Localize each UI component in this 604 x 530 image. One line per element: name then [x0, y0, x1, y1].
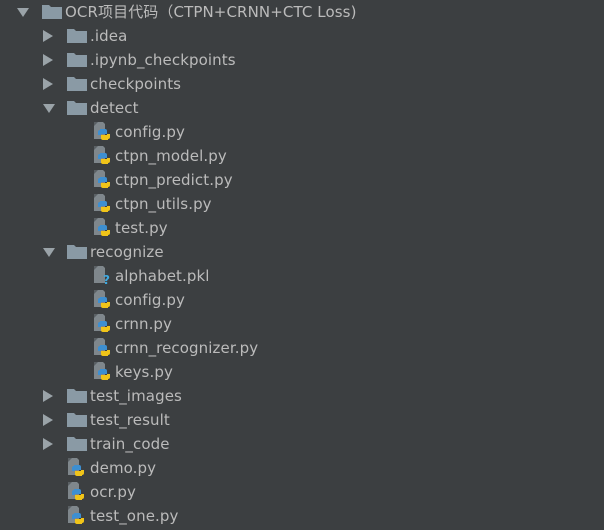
folder-icon: [42, 3, 62, 21]
python-file-icon: [91, 170, 111, 188]
tree-folder-recognize[interactable]: recognize: [0, 240, 604, 264]
tree-folder-test-result[interactable]: test_result: [0, 408, 604, 432]
python-file-icon: [91, 314, 111, 332]
folder-icon: [67, 27, 87, 45]
tree-file-ctpn-predict-py[interactable]: ctpn_predict.py: [0, 168, 604, 192]
tree-file-keys-py[interactable]: keys.py: [0, 360, 604, 384]
folder-icon: [67, 435, 87, 453]
chevron-right-icon[interactable]: [43, 432, 55, 456]
tree-item-label: ctpn_predict.py: [115, 171, 233, 189]
tree-file-ctpn-utils-py[interactable]: ctpn_utils.py: [0, 192, 604, 216]
tree-file-ctpn-model-py[interactable]: ctpn_model.py: [0, 144, 604, 168]
tree-file-config-py[interactable]: config.py: [0, 288, 604, 312]
project-tree: OCR项目代码（CTPN+CRNN+CTC Loss) .idea .ipynb_c…: [0, 0, 604, 528]
folder-icon: [67, 75, 87, 93]
python-file-icon: [91, 218, 111, 236]
folder-icon: [67, 99, 87, 117]
python-file-icon: [91, 362, 111, 380]
tree-root-project[interactable]: OCR项目代码（CTPN+CRNN+CTC Loss): [0, 0, 604, 24]
tree-file-crnn-py[interactable]: crnn.py: [0, 312, 604, 336]
tree-item-label: test_result: [90, 411, 170, 429]
tree-item-label: config.py: [115, 291, 185, 309]
tree-item-label: checkpoints: [90, 75, 182, 93]
tree-item-label: train_code: [90, 435, 170, 453]
tree-file-config-py[interactable]: config.py: [0, 120, 604, 144]
tree-folder-ipynb-checkpoints[interactable]: .ipynb_checkpoints: [0, 48, 604, 72]
tree-item-label: keys.py: [115, 363, 173, 381]
tree-folder-train-code[interactable]: train_code: [0, 432, 604, 456]
python-file-icon: [65, 482, 85, 500]
tree-item-label: demo.py: [90, 459, 157, 477]
chevron-right-icon[interactable]: [43, 384, 55, 408]
tree-item-label: crnn.py: [115, 315, 173, 333]
chevron-down-icon[interactable]: [17, 0, 29, 24]
chevron-right-icon[interactable]: [43, 48, 55, 72]
tree-file-alphabet-pkl[interactable]: ? alphabet.pkl: [0, 264, 604, 288]
tree-item-label: ocr.py: [90, 483, 136, 501]
tree-file-ocr-py[interactable]: ocr.py: [0, 480, 604, 504]
tree-file-demo-py[interactable]: demo.py: [0, 456, 604, 480]
tree-folder-idea[interactable]: .idea: [0, 24, 604, 48]
tree-item-label: .idea: [90, 27, 128, 45]
folder-icon: [67, 51, 87, 69]
chevron-right-icon[interactable]: [43, 72, 55, 96]
tree-item-label: recognize: [90, 243, 164, 261]
python-file-icon: [65, 506, 85, 524]
chevron-right-icon[interactable]: [43, 24, 55, 48]
tree-item-label: config.py: [115, 123, 185, 141]
svg-text:?: ?: [103, 273, 110, 285]
tree-file-crnn-recognizer-py[interactable]: crnn_recognizer.py: [0, 336, 604, 360]
folder-icon: [67, 243, 87, 261]
tree-item-label: test_images: [90, 387, 182, 405]
python-file-icon: [91, 290, 111, 308]
chevron-down-icon[interactable]: [43, 240, 55, 264]
tree-item-label: ctpn_model.py: [115, 147, 227, 165]
tree-item-label: test.py: [115, 219, 168, 237]
tree-file-test-one-py[interactable]: test_one.py: [0, 504, 604, 528]
python-file-icon: [91, 194, 111, 212]
folder-icon: [67, 411, 87, 429]
tree-item-label: .ipynb_checkpoints: [90, 51, 236, 69]
tree-item-label: alphabet.pkl: [115, 267, 210, 285]
python-file-icon: [91, 122, 111, 140]
chevron-right-icon[interactable]: [43, 408, 55, 432]
python-file-icon: [91, 146, 111, 164]
python-file-icon: [91, 338, 111, 356]
chevron-down-icon[interactable]: [43, 96, 55, 120]
tree-folder-test-images[interactable]: test_images: [0, 384, 604, 408]
folder-icon: [67, 387, 87, 405]
unknown-file-icon: ?: [91, 266, 111, 285]
python-file-icon: [65, 458, 85, 476]
tree-item-label: crnn_recognizer.py: [115, 339, 259, 357]
tree-item-label: ctpn_utils.py: [115, 195, 212, 213]
tree-file-test-py[interactable]: test.py: [0, 216, 604, 240]
tree-item-label: OCR项目代码（CTPN+CRNN+CTC Loss): [65, 3, 357, 21]
tree-item-label: detect: [90, 99, 139, 117]
tree-folder-checkpoints[interactable]: checkpoints: [0, 72, 604, 96]
tree-item-label: test_one.py: [90, 507, 179, 525]
tree-folder-detect[interactable]: detect: [0, 96, 604, 120]
